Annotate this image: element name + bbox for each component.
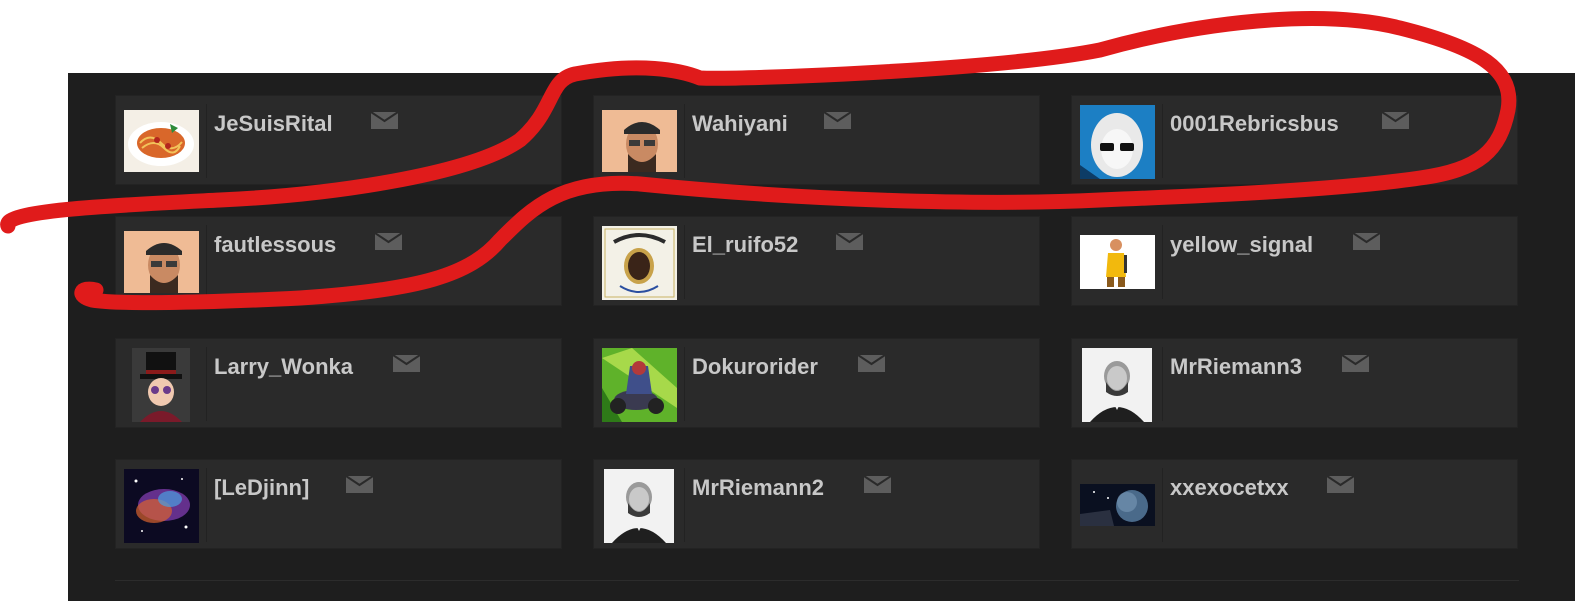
riemann-portrait-avatar[interactable] bbox=[1082, 348, 1152, 422]
envelope-icon[interactable] bbox=[375, 233, 402, 250]
envelope-icon[interactable] bbox=[1342, 355, 1369, 372]
envelope-icon[interactable] bbox=[346, 476, 373, 493]
friend-card[interactable]: MrRiemann3 bbox=[1071, 338, 1518, 428]
nebula-avatar[interactable] bbox=[124, 469, 199, 543]
envelope-icon[interactable] bbox=[1382, 112, 1409, 129]
dr-dre-album-avatar[interactable] bbox=[602, 226, 677, 300]
friend-card[interactable]: Wahiyani bbox=[593, 95, 1040, 185]
friend-card[interactable]: [LeDjinn] bbox=[115, 459, 562, 549]
card-divider bbox=[206, 468, 207, 542]
friend-card[interactable]: El_ruifo52 bbox=[593, 216, 1040, 306]
card-divider bbox=[206, 225, 207, 299]
card-divider bbox=[1162, 347, 1163, 421]
friend-name[interactable]: El_ruifo52 bbox=[692, 232, 798, 258]
friend-card[interactable]: xxexocetxx bbox=[1071, 459, 1518, 549]
friend-name[interactable]: JeSuisRital bbox=[214, 111, 333, 137]
friend-card[interactable]: Larry_Wonka bbox=[115, 338, 562, 428]
card-divider bbox=[206, 104, 207, 178]
envelope-icon[interactable] bbox=[836, 233, 863, 250]
envelope-icon[interactable] bbox=[864, 476, 891, 493]
friend-name[interactable]: fautlessous bbox=[214, 232, 336, 258]
friend-card[interactable]: Dokurorider bbox=[593, 338, 1040, 428]
hooded-figure-avatar[interactable] bbox=[1080, 105, 1155, 179]
friend-card[interactable]: 0001Rebricsbus bbox=[1071, 95, 1518, 185]
friend-card[interactable]: MrRiemann2 bbox=[593, 459, 1040, 549]
friend-name[interactable]: Dokurorider bbox=[692, 354, 818, 380]
man-in-cap-avatar[interactable] bbox=[602, 110, 677, 172]
planet-space-avatar[interactable] bbox=[1080, 484, 1155, 526]
card-divider bbox=[1162, 225, 1163, 299]
riemann-portrait-avatar[interactable] bbox=[604, 469, 674, 543]
card-divider bbox=[1162, 468, 1163, 542]
friend-name[interactable]: Wahiyani bbox=[692, 111, 788, 137]
envelope-icon[interactable] bbox=[371, 112, 398, 129]
friend-name[interactable]: [LeDjinn] bbox=[214, 475, 309, 501]
friend-name[interactable]: MrRiemann3 bbox=[1170, 354, 1302, 380]
friend-name[interactable]: 0001Rebricsbus bbox=[1170, 111, 1339, 137]
friend-card[interactable]: fautlessous bbox=[115, 216, 562, 306]
card-divider bbox=[684, 225, 685, 299]
man-in-cap-avatar[interactable] bbox=[124, 231, 199, 293]
envelope-icon[interactable] bbox=[1353, 233, 1380, 250]
envelope-icon[interactable] bbox=[824, 112, 851, 129]
card-divider bbox=[206, 347, 207, 421]
friend-name[interactable]: Larry_Wonka bbox=[214, 354, 353, 380]
friend-name[interactable]: xxexocetxx bbox=[1170, 475, 1289, 501]
envelope-icon[interactable] bbox=[1327, 476, 1354, 493]
yellow-character-avatar[interactable] bbox=[1080, 235, 1155, 289]
card-divider bbox=[684, 468, 685, 542]
card-divider bbox=[684, 104, 685, 178]
panel-divider-line bbox=[115, 580, 1519, 581]
envelope-icon[interactable] bbox=[393, 355, 420, 372]
friend-name[interactable]: yellow_signal bbox=[1170, 232, 1313, 258]
card-divider bbox=[684, 347, 685, 421]
friend-name[interactable]: MrRiemann2 bbox=[692, 475, 824, 501]
friend-card[interactable]: yellow_signal bbox=[1071, 216, 1518, 306]
envelope-icon[interactable] bbox=[858, 355, 885, 372]
card-divider bbox=[1162, 104, 1163, 178]
friend-card[interactable]: JeSuisRital bbox=[115, 95, 562, 185]
robot-rider-avatar[interactable] bbox=[602, 348, 677, 422]
top-hat-avatar[interactable] bbox=[132, 348, 190, 422]
spaghetti-avatar[interactable] bbox=[124, 110, 199, 172]
